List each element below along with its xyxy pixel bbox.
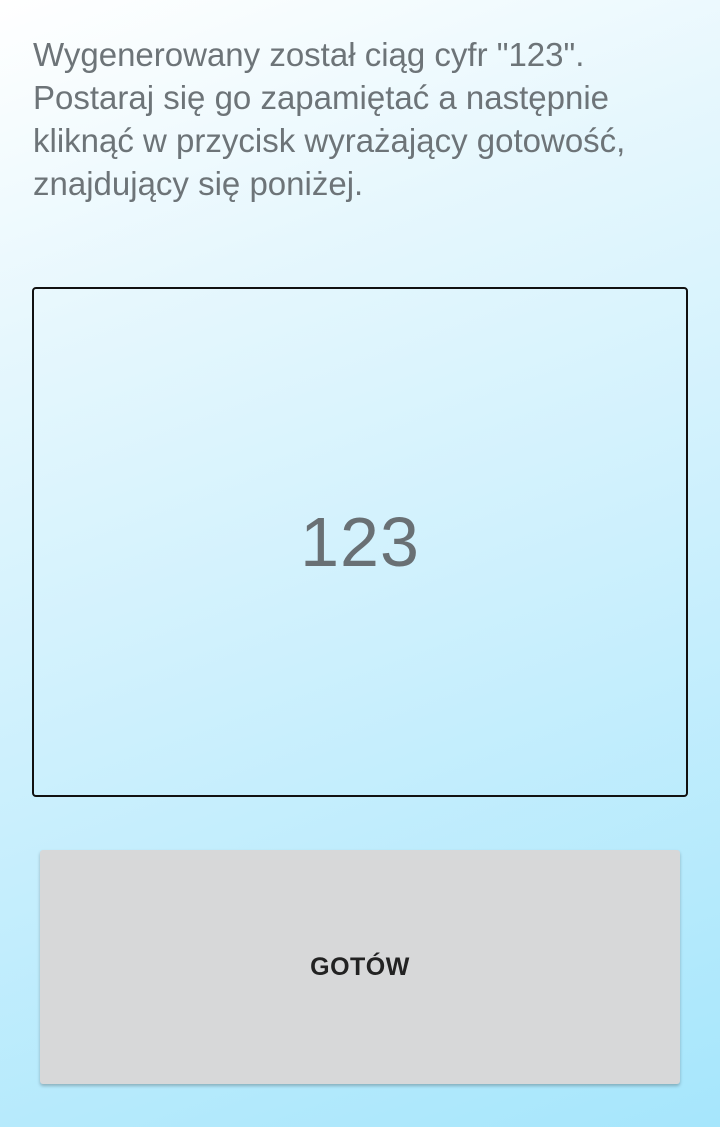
ready-button[interactable]: GOTÓW [40, 850, 680, 1084]
ready-button-label: GOTÓW [310, 952, 410, 981]
memory-screen: Wygenerowany został ciąg cyfr "123". Pos… [0, 0, 720, 1127]
sequence-value: 123 [300, 503, 420, 581]
instructions-text: Wygenerowany został ciąg cyfr "123". Pos… [33, 36, 626, 202]
sequence-display-box: 123 [32, 287, 688, 797]
